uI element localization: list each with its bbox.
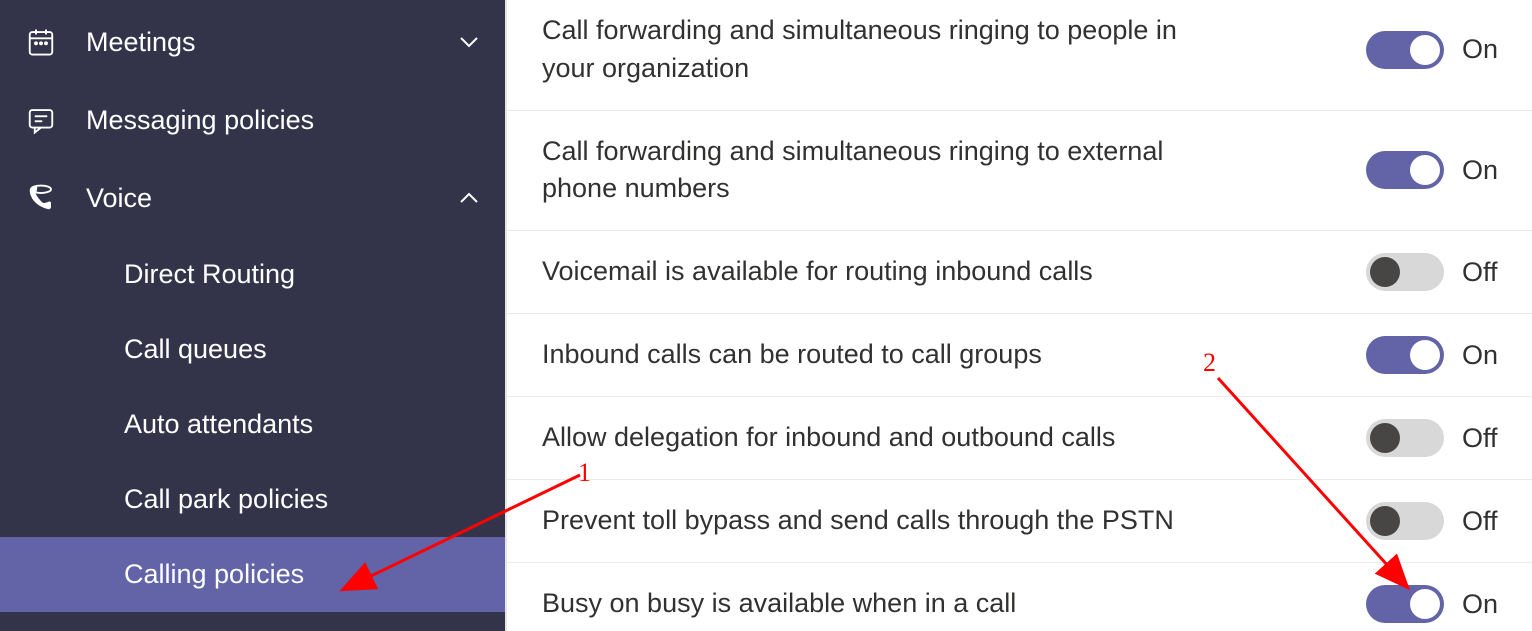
toggle-state: On bbox=[1462, 34, 1512, 65]
setting-label: Busy on busy is available when in a call bbox=[542, 585, 1202, 623]
main-content: Call forwarding and simultaneous ringing… bbox=[505, 0, 1532, 631]
sidebar-sub-item-label: Call park policies bbox=[124, 484, 328, 515]
toggle-thumb bbox=[1410, 340, 1440, 370]
toggle-call-forwarding-org[interactable] bbox=[1366, 31, 1444, 69]
toggle-group: Off bbox=[1366, 502, 1512, 540]
sidebar-sub-item-label: Direct Routing bbox=[124, 259, 295, 290]
setting-row: Call forwarding and simultaneous ringing… bbox=[507, 111, 1532, 232]
setting-row: Voicemail is available for routing inbou… bbox=[507, 231, 1532, 314]
setting-label: Call forwarding and simultaneous ringing… bbox=[542, 133, 1202, 209]
toggle-thumb bbox=[1410, 155, 1440, 185]
toggle-busy-on-busy[interactable] bbox=[1366, 585, 1444, 623]
sidebar-item-messaging-policies[interactable]: Messaging policies bbox=[0, 81, 505, 159]
toggle-call-forwarding-external[interactable] bbox=[1366, 151, 1444, 189]
setting-label: Inbound calls can be routed to call grou… bbox=[542, 336, 1202, 374]
sidebar-sub-item-calling-policies[interactable]: Calling policies bbox=[0, 537, 505, 612]
toggle-thumb bbox=[1370, 423, 1400, 453]
sidebar-item-label: Voice bbox=[86, 183, 152, 214]
sidebar: Meetings Messaging policies Voice bbox=[0, 0, 505, 631]
toggle-group: On bbox=[1366, 31, 1512, 69]
sidebar-item-label: Messaging policies bbox=[86, 105, 314, 136]
setting-row: Prevent toll bypass and send calls throu… bbox=[507, 480, 1532, 563]
toggle-group: Off bbox=[1366, 419, 1512, 457]
setting-label: Call forwarding and simultaneous ringing… bbox=[542, 12, 1202, 88]
toggle-state: On bbox=[1462, 155, 1512, 186]
toggle-group: Off bbox=[1366, 253, 1512, 291]
setting-label: Voicemail is available for routing inbou… bbox=[542, 253, 1202, 291]
sidebar-sub-item-direct-routing[interactable]: Direct Routing bbox=[0, 237, 505, 312]
sidebar-item-meetings[interactable]: Meetings bbox=[0, 3, 505, 81]
chevron-up-icon bbox=[457, 186, 481, 210]
toggle-group: On bbox=[1366, 151, 1512, 189]
sidebar-item-label: Meetings bbox=[86, 27, 196, 58]
sidebar-sub-item-call-queues[interactable]: Call queues bbox=[0, 312, 505, 387]
toggle-voicemail[interactable] bbox=[1366, 253, 1444, 291]
sidebar-sub-item-auto-attendants[interactable]: Auto attendants bbox=[0, 387, 505, 462]
toggle-call-groups[interactable] bbox=[1366, 336, 1444, 374]
phone-icon bbox=[24, 181, 58, 215]
toggle-toll-bypass[interactable] bbox=[1366, 502, 1444, 540]
toggle-thumb bbox=[1410, 35, 1440, 65]
message-icon bbox=[24, 103, 58, 137]
sidebar-item-voice[interactable]: Voice bbox=[0, 159, 505, 237]
toggle-state: On bbox=[1462, 340, 1512, 371]
toggle-state: Off bbox=[1462, 506, 1512, 537]
toggle-state: Off bbox=[1462, 423, 1512, 454]
toggle-state: On bbox=[1462, 589, 1512, 620]
toggle-group: On bbox=[1366, 585, 1512, 623]
chevron-down-icon bbox=[457, 30, 481, 54]
setting-label: Allow delegation for inbound and outboun… bbox=[542, 419, 1202, 457]
setting-row: Inbound calls can be routed to call grou… bbox=[507, 314, 1532, 397]
sidebar-sub-item-label: Calling policies bbox=[124, 559, 304, 590]
calendar-icon bbox=[24, 25, 58, 59]
setting-label: Prevent toll bypass and send calls throu… bbox=[542, 502, 1202, 540]
toggle-state: Off bbox=[1462, 257, 1512, 288]
toggle-group: On bbox=[1366, 336, 1512, 374]
setting-row: Call forwarding and simultaneous ringing… bbox=[507, 0, 1532, 111]
toggle-thumb bbox=[1370, 506, 1400, 536]
sidebar-sub-item-label: Call queues bbox=[124, 334, 267, 365]
toggle-thumb bbox=[1410, 589, 1440, 619]
toggle-delegation[interactable] bbox=[1366, 419, 1444, 457]
toggle-thumb bbox=[1370, 257, 1400, 287]
setting-row: Allow delegation for inbound and outboun… bbox=[507, 397, 1532, 480]
sidebar-sub-item-call-park-policies[interactable]: Call park policies bbox=[0, 462, 505, 537]
setting-row: Busy on busy is available when in a call… bbox=[507, 563, 1532, 631]
sidebar-sub-item-label: Auto attendants bbox=[124, 409, 313, 440]
